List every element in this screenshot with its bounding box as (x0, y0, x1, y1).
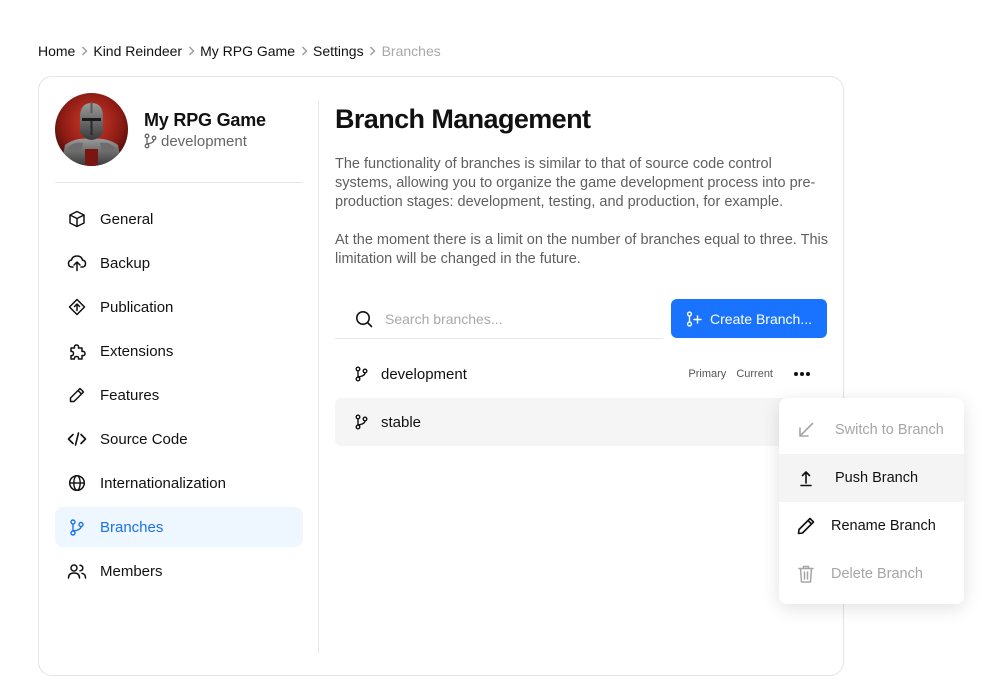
primary-badge: Primary (688, 368, 727, 380)
content-divider (318, 101, 319, 653)
search-box (335, 299, 663, 339)
project-name: My RPG Game (144, 109, 266, 130)
sidebar-item-publication[interactable]: Publication (55, 287, 303, 327)
branch-icon (355, 366, 371, 382)
sidebar-item-features[interactable]: Features (55, 375, 303, 415)
search-input[interactable] (385, 310, 645, 327)
menu-item-delete-branch[interactable]: Delete Branch (779, 550, 964, 598)
sidebar-item-extensions[interactable]: Extensions (55, 331, 303, 371)
sidebar-item-label: Features (100, 386, 160, 404)
avatar (55, 93, 128, 166)
breadcrumb-settings[interactable]: Settings (313, 43, 364, 59)
settings-card: My RPG Game development General Backup P… (38, 76, 844, 676)
branch-icon (355, 414, 371, 430)
project-branch-label: development (161, 132, 247, 150)
breadcrumb: Home Kind Reindeer My RPG Game Settings … (38, 41, 441, 61)
chevron-right-icon (182, 46, 200, 56)
branch-icon (144, 133, 157, 149)
sidebar-item-branches[interactable]: Branches (55, 507, 303, 547)
menu-item-label: Delete Branch (831, 566, 923, 582)
sidebar-item-label: Internationalization (100, 474, 226, 492)
page-title: Branch Management (335, 104, 591, 134)
arrow-down-left-icon (795, 419, 817, 441)
globe-icon (67, 473, 87, 493)
main-content: Branch Management The functionality of b… (335, 101, 829, 446)
more-horizontal-icon (794, 372, 810, 376)
current-badge: Current (736, 368, 773, 380)
branch-tags: Primary Current (688, 368, 773, 380)
search-icon (356, 310, 373, 327)
sidebar-item-label: Backup (100, 254, 151, 272)
breadcrumb-workspace[interactable]: Kind Reindeer (93, 43, 182, 59)
sidebar-item-label: Members (100, 562, 163, 580)
sidebar-item-label: Source Code (100, 430, 188, 448)
sidebar-item-label: Publication (100, 298, 174, 316)
puzzle-icon (67, 341, 87, 361)
branch-row-stable[interactable]: stable (335, 398, 827, 446)
sidebar-divider (55, 182, 303, 183)
branch-plus-icon (686, 310, 702, 327)
chevron-right-icon (295, 46, 313, 56)
menu-item-rename-branch[interactable]: Rename Branch (779, 502, 964, 550)
pen-icon (67, 385, 87, 405)
branch-list: development Primary Current stable (335, 350, 827, 446)
menu-item-label: Rename Branch (831, 518, 936, 534)
users-icon (67, 561, 87, 581)
more-options-button[interactable] (789, 361, 815, 387)
breadcrumb-project[interactable]: My RPG Game (200, 43, 295, 59)
sidebar-item-source-code[interactable]: Source Code (55, 419, 303, 459)
menu-item-label: Push Branch (835, 470, 919, 486)
menu-item-switch-branch[interactable]: Switch to Branch (779, 406, 964, 454)
trash-icon (795, 563, 817, 585)
cloud-upload-icon (67, 253, 87, 273)
menu-item-push-branch[interactable]: Push Branch (779, 454, 964, 502)
push-up-icon (795, 467, 817, 489)
branch-icon (67, 517, 87, 537)
description-paragraph: At the moment there is a limit on the nu… (335, 232, 828, 267)
sidebar-item-backup[interactable]: Backup (55, 243, 303, 283)
project-header: My RPG Game development (55, 93, 266, 166)
sidebar-item-label: General (100, 210, 154, 228)
sidebar-item-label: Extensions (100, 342, 174, 360)
branch-toolbar: Create Branch... (335, 299, 827, 339)
code-icon (67, 429, 87, 449)
create-branch-button[interactable]: Create Branch... (671, 299, 827, 338)
breadcrumb-home[interactable]: Home (38, 43, 75, 59)
sidebar-item-members[interactable]: Members (55, 551, 303, 591)
page-description: The functionality of branches is similar… (335, 155, 829, 269)
pencil-icon (795, 515, 817, 537)
cube-icon (67, 209, 87, 229)
branch-name: development (381, 365, 467, 383)
project-branch: development (144, 133, 266, 150)
branch-context-menu: Switch to Branch Push Branch Rename Bran… (779, 398, 964, 604)
sidebar-nav: General Backup Publication Extensions Fe… (55, 199, 303, 595)
chevron-right-icon (75, 46, 93, 56)
sidebar-item-general[interactable]: General (55, 199, 303, 239)
breadcrumb-current: Branches (381, 43, 441, 59)
create-branch-label: Create Branch... (710, 310, 812, 327)
branch-name: stable (381, 413, 422, 431)
diamond-arrow-icon (67, 297, 87, 317)
description-paragraph: The functionality of branches is similar… (335, 156, 816, 210)
branch-row-development[interactable]: development Primary Current (335, 350, 827, 398)
menu-item-label: Switch to Branch (835, 422, 944, 438)
sidebar-item-label: Branches (100, 518, 164, 536)
chevron-right-icon (364, 46, 382, 56)
sidebar-item-internationalization[interactable]: Internationalization (55, 463, 303, 503)
